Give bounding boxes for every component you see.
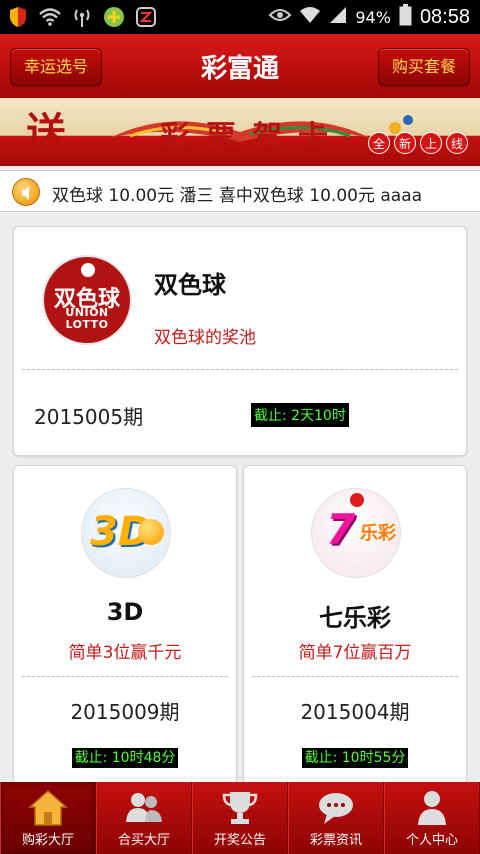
- banner-tag-char: 上: [420, 132, 442, 154]
- issue-number: 2015005期: [34, 405, 144, 429]
- banner-gift-char: 送: [26, 109, 66, 156]
- divider: [22, 676, 228, 677]
- tab-label: 开奖公告: [213, 833, 266, 848]
- z-app-icon: [134, 5, 158, 29]
- person-icon: [418, 791, 446, 825]
- tab-label: 个人中心: [405, 833, 458, 848]
- status-bar: 94% 08:58: [0, 0, 480, 34]
- tab-label: 彩票资讯: [309, 833, 362, 848]
- battery-icon: [399, 4, 412, 31]
- speaker-icon: [12, 178, 40, 206]
- tab-lottery-news[interactable]: 彩票资讯: [288, 782, 384, 854]
- wifi-status-icon: [38, 5, 62, 29]
- game-card-qlc[interactable]: 7 乐彩 七乐彩 简单7位赢百万 2015004期 截止: 10时55分: [243, 465, 467, 785]
- promo-banner[interactable]: 送 彩票贺卡 全 新 上 线: [0, 98, 480, 166]
- security-shield-icon: [6, 5, 30, 29]
- game-desc: 双色球的奖池: [154, 328, 256, 348]
- status-system: 94% 08:58: [268, 4, 470, 31]
- home-icon: [28, 789, 68, 826]
- ssq-logo: 双色球 UNION LOTTO: [42, 255, 132, 345]
- tab-profile[interactable]: 个人中心: [384, 782, 480, 854]
- issue-number: 2015004期: [300, 700, 410, 724]
- tab-lottery-hall[interactable]: 购彩大厅: [0, 782, 96, 854]
- deadline-wrap: 截止: 10时55分: [244, 747, 466, 768]
- deadline-wrap: 截止: 10时48分: [14, 747, 236, 768]
- issue-number: 2015009期: [70, 700, 180, 724]
- buy-package-button[interactable]: 购买套餐: [378, 48, 470, 86]
- clock: 08:58: [419, 6, 470, 28]
- trophy-icon: [222, 792, 258, 824]
- eye-icon: [268, 7, 292, 28]
- qlc-logo-small: 乐彩: [360, 523, 396, 544]
- tab-group-buy[interactable]: 合买大厅: [96, 782, 192, 854]
- deadline-badge: 截止: 10时55分: [301, 748, 409, 768]
- deadline-badge: 截止: 2天10时: [251, 403, 349, 427]
- tab-label: 购彩大厅: [21, 833, 74, 848]
- 3d-logo-ball: [138, 519, 164, 545]
- group-icon: [126, 793, 162, 822]
- divider: [252, 676, 458, 677]
- banner-tag-char: 线: [446, 132, 468, 154]
- game-name: 七乐彩: [319, 604, 391, 632]
- game-name: 双色球: [154, 271, 226, 299]
- banner-new-tag: 全 新 上 线: [368, 132, 468, 154]
- game-card-ssq[interactable]: 双色球 UNION LOTTO 双色球 双色球的奖池 2015005期 截止: …: [13, 226, 467, 456]
- winner-ticker: 双色球 10.00元 潘三 喜中双色球 10.00元 aaaa: [0, 170, 480, 212]
- game-card-3d[interactable]: 3D 3D 简单3位赢千元 2015009期 截止: 10时48分: [13, 465, 237, 785]
- battery-percent: 94%: [355, 8, 391, 27]
- banner-title: 彩票贺卡: [160, 120, 344, 155]
- tab-draw-results[interactable]: 开奖公告: [192, 782, 288, 854]
- tab-label: 合买大厅: [117, 833, 170, 848]
- banner-tag-char: 新: [394, 132, 416, 154]
- divider: [22, 369, 458, 370]
- ticker-text: 双色球 10.00元 潘三 喜中双色球 10.00元 aaaa: [52, 186, 423, 206]
- game-desc: 简单7位赢百万: [298, 643, 412, 663]
- qlc-logo-text: 7: [326, 505, 356, 554]
- game-desc: 简单3位赢千元: [68, 643, 182, 663]
- game-name: 3D: [106, 598, 144, 626]
- qlc-logo: 7 乐彩: [311, 488, 401, 578]
- status-notifications: [6, 5, 158, 29]
- game-controller-icon: [102, 5, 126, 29]
- chat-bubble-icon: [319, 793, 353, 824]
- banner-tag-char: 全: [368, 132, 390, 154]
- ssq-logo-en: UNION LOTTO: [65, 306, 109, 331]
- deadline-badge: 截止: 10时48分: [71, 748, 179, 768]
- cell-signal-icon: [329, 6, 347, 29]
- 3d-logo: 3D: [81, 488, 171, 578]
- signal-broadcast-icon: [70, 5, 94, 29]
- bottom-tab-bar: 购彩大厅 合买大厅 开奖公告 彩票资讯 个人中心: [0, 782, 480, 854]
- wifi-icon: [299, 6, 321, 29]
- ssq-logo-dot: [81, 263, 95, 277]
- app-header: 幸运选号 彩富通 购买套餐: [0, 34, 480, 98]
